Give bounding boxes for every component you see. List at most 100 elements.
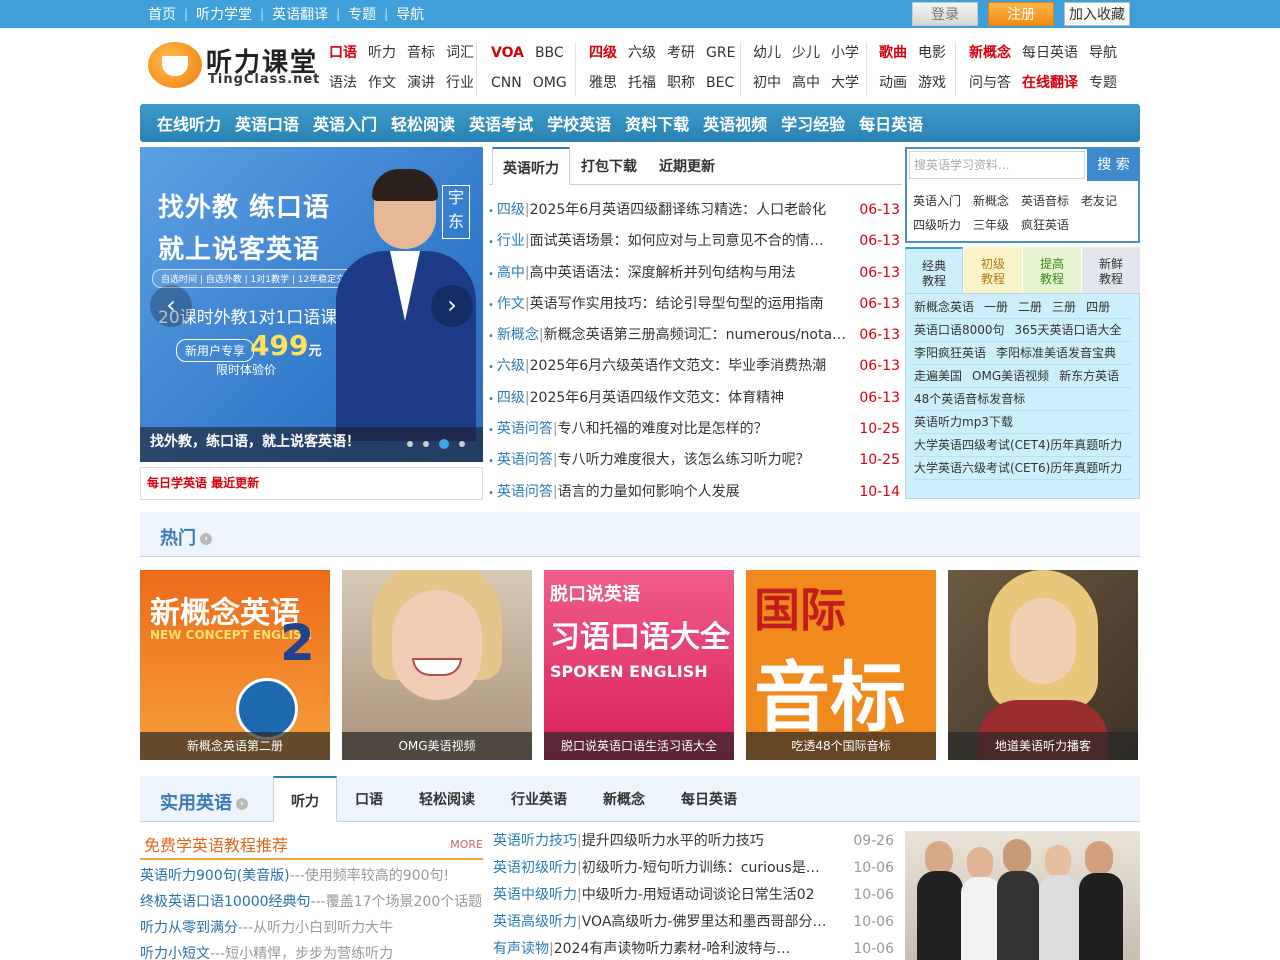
item-category[interactable]: 英语高级听力 <box>493 914 577 930</box>
tab-speaking[interactable]: 口语 <box>355 776 383 822</box>
news-item[interactable]: • 新概念|新概念英语第三册高频词汇：numerous/notable 06-13 <box>488 320 902 351</box>
tutorial-link[interactable]: 新东方英语 <box>1059 369 1119 383</box>
tab-fresh[interactable]: 新鲜 教程 <box>1082 247 1140 293</box>
tutorial-link[interactable]: OMG美语视频 <box>972 369 1049 383</box>
topnav-listening[interactable]: 听力学堂 <box>196 4 252 24</box>
mainnav-item[interactable]: 英语口语 <box>235 111 299 135</box>
mainnav-item[interactable]: 每日英语 <box>859 111 923 135</box>
tutorial-link[interactable]: 英语听力900句(美音版) <box>140 868 290 884</box>
news-category[interactable]: 作文 <box>497 296 525 312</box>
kw-link[interactable]: 四级 <box>589 45 617 61</box>
mainnav-item[interactable]: 学习经验 <box>781 111 845 135</box>
tutorial-link[interactable]: 李阳标准美语发音宝典 <box>996 346 1116 360</box>
kw-link[interactable]: 口语 <box>329 45 357 61</box>
tab-beginner[interactable]: 初级 教程 <box>964 247 1022 293</box>
news-category[interactable]: 行业 <box>497 233 525 249</box>
banner-carousel[interactable]: 找外教 练口语 就上说客英语 自选时间 | 自选外教 | 1对1教学 | 12年… <box>140 147 483 462</box>
item-category[interactable]: 有声读物 <box>493 941 549 957</box>
kw-link[interactable]: 作文 <box>368 75 396 91</box>
tab-industry[interactable]: 行业英语 <box>511 776 567 822</box>
tutorial-link[interactable]: 大学英语六级考试(CET6)历年真题听力 <box>914 461 1122 475</box>
news-item[interactable]: • 六级|2025年6月六级英语作文范文：毕业季消费热潮 06-13 <box>488 351 902 382</box>
news-title[interactable]: 2025年6月英语四级作文范文：体育精神 <box>530 383 785 413</box>
friends-cast-image[interactable] <box>905 831 1140 960</box>
tutorial-link[interactable]: 走遍美国 <box>914 369 962 383</box>
hot-card[interactable]: OMG美语视频 <box>342 570 532 760</box>
more-link[interactable]: MORE <box>450 838 483 851</box>
news-item[interactable]: • 行业|面试英语场景：如何应对与上司意见不合的情况？ 06-13 <box>488 226 902 257</box>
tutorial-link[interactable]: 48个英语音标发音标 <box>914 392 1025 406</box>
kw-link[interactable]: 高中 <box>792 75 820 91</box>
kw-link[interactable]: 托福 <box>628 75 656 91</box>
site-logo[interactable]: 听力课堂 TingClass.net <box>148 42 319 90</box>
kw-link[interactable]: 小学 <box>831 45 859 61</box>
arrow-circle-icon[interactable]: › <box>236 798 248 810</box>
news-category[interactable]: 英语问答 <box>497 452 553 468</box>
mainnav-item[interactable]: 英语入门 <box>313 111 377 135</box>
item-category[interactable]: 英语听力技巧 <box>493 833 577 849</box>
tab-daily[interactable]: 每日英语 <box>681 776 737 822</box>
practical-item[interactable]: 英语听力技巧|提升四级听力水平的听力技巧 09-26 <box>493 828 896 855</box>
mainnav-item[interactable]: 学校英语 <box>547 111 611 135</box>
kw-link[interactable]: 动画 <box>879 75 907 91</box>
tab-reading[interactable]: 轻松阅读 <box>419 776 475 822</box>
news-item[interactable]: • 英语问答|专八和托福的难度对比是怎样的？ 10-25 <box>488 414 902 445</box>
search-tag[interactable]: 老友记 <box>1081 189 1117 213</box>
search-tag[interactable]: 英语音标 <box>1021 189 1069 213</box>
mainnav-item[interactable]: 轻松阅读 <box>391 111 455 135</box>
kw-link[interactable]: 新概念 <box>969 45 1011 61</box>
kw-link[interactable]: 问与答 <box>969 75 1011 91</box>
hot-card[interactable]: 国际 音标 吃透48个国际音标 <box>746 570 936 760</box>
kw-link[interactable]: BBC <box>535 45 564 61</box>
kw-link[interactable]: OMG <box>533 75 567 91</box>
news-title[interactable]: 专八听力难度很大，该怎么练习听力呢？ <box>558 445 810 475</box>
item-title[interactable]: VOA高级听力-佛罗里达和墨西哥部分地区 <box>582 909 832 936</box>
topnav-navigation[interactable]: 导航 <box>396 4 424 24</box>
topnav-home[interactable]: 首页 <box>148 4 176 24</box>
tab-new-concept[interactable]: 新概念 <box>603 776 645 822</box>
practical-item[interactable]: 英语高级听力|VOA高级听力-佛罗里达和墨西哥部分地区 10-06 <box>493 909 896 936</box>
search-tag[interactable]: 英语入门 <box>913 189 961 213</box>
kw-link[interactable]: 电影 <box>918 45 946 61</box>
news-category[interactable]: 四级 <box>497 390 525 406</box>
news-title[interactable]: 英语写作实用技巧：结论引导型句型的运用指南 <box>530 289 824 319</box>
search-button[interactable]: 搜 索 <box>1087 149 1140 181</box>
topnav-topics[interactable]: 专题 <box>348 4 376 24</box>
hot-card[interactable]: 脱口说英语 习语口语大全 SPOKEN ENGLISH 脱口说英语口语生活习语大… <box>544 570 734 760</box>
search-tag[interactable]: 三年级 <box>973 213 1009 237</box>
carousel-prev-icon[interactable]: ‹ <box>150 285 192 327</box>
news-title[interactable]: 高中英语语法：深度解析并列句结构与用法 <box>530 258 796 288</box>
kw-link[interactable]: VOA <box>491 45 524 61</box>
news-category[interactable]: 高中 <box>497 265 525 281</box>
kw-link[interactable]: 行业 <box>446 75 474 91</box>
login-button[interactable]: 登录 <box>912 2 978 26</box>
register-button[interactable]: 注册 <box>988 2 1054 26</box>
item-title[interactable]: 初级听力-短句听力训练：curious是什么意思 <box>582 855 832 882</box>
carousel-dot[interactable] <box>407 441 413 447</box>
kw-link[interactable]: 歌曲 <box>879 45 907 61</box>
search-tag[interactable]: 四级听力 <box>913 213 961 237</box>
tutorial-link[interactable]: 听力小短文 <box>140 946 210 960</box>
item-title[interactable]: 提升四级听力水平的听力技巧 <box>582 828 764 855</box>
search-input[interactable]: 搜英语学习资料... <box>909 151 1085 179</box>
daily-english-label[interactable]: 每日学英语 最近更新 <box>140 467 483 500</box>
carousel-dot[interactable] <box>423 441 429 447</box>
kw-link[interactable]: 考研 <box>667 45 695 61</box>
carousel-dot[interactable] <box>459 441 465 447</box>
news-category[interactable]: 新概念 <box>497 327 539 343</box>
tutorial-link[interactable]: 英语听力mp3下载 <box>914 415 1013 429</box>
kw-link[interactable]: 音标 <box>407 45 435 61</box>
carousel-next-icon[interactable]: › <box>431 285 473 327</box>
kw-link[interactable]: BEC <box>706 75 734 91</box>
news-category[interactable]: 四级 <box>497 202 525 218</box>
tutorial-link[interactable]: 终极英语口语10000经典句 <box>140 894 311 910</box>
kw-link[interactable]: 大学 <box>831 75 859 91</box>
kw-link[interactable]: 游戏 <box>918 75 946 91</box>
news-category[interactable]: 六级 <box>497 358 525 374</box>
search-tag[interactable]: 新概念 <box>973 189 1009 213</box>
kw-link[interactable]: 词汇 <box>446 45 474 61</box>
tutorial-link[interactable]: 365天英语口语大全 <box>1015 323 1122 337</box>
news-item[interactable]: • 作文|英语写作实用技巧：结论引导型句型的运用指南 06-13 <box>488 289 902 320</box>
news-title[interactable]: 2025年6月六级英语作文范文：毕业季消费热潮 <box>530 351 827 381</box>
news-item[interactable]: • 高中|高中英语语法：深度解析并列句结构与用法 06-13 <box>488 258 902 289</box>
